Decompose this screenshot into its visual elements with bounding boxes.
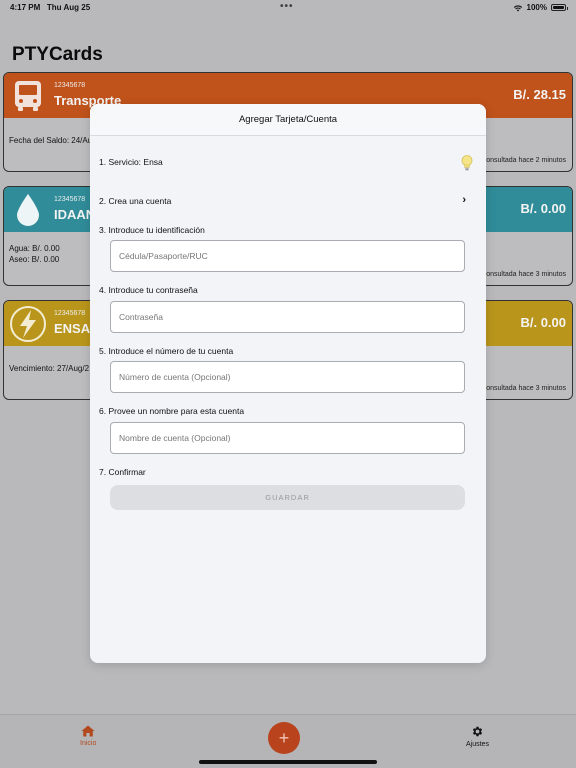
card-balance: B/. 28.15 [513,87,566,102]
lightning-icon [8,304,48,344]
modal-title: Agregar Tarjeta/Cuenta [238,114,338,125]
identification-input[interactable] [110,240,465,272]
tab-settings[interactable]: Ajustes [466,725,489,748]
account-number-input[interactable] [110,361,465,393]
password-input[interactable] [110,301,465,333]
card-updated: consultada hace 2 minutos [482,157,566,164]
card-detail: Agua: B/. 0.00 [9,244,60,253]
battery-percent: 100% [526,3,547,12]
add-card-button[interactable]: + [268,722,300,754]
account-name-input[interactable] [110,422,465,454]
chevron-right-icon[interactable]: › [462,194,466,206]
gear-icon [472,726,483,737]
tab-settings-label: Ajustes [466,741,489,748]
status-bar: 4:17 PM Thu Aug 25 ••• 100% [0,0,576,14]
card-balance: B/. 0.00 [520,315,566,330]
status-time-text: 4:17 PM [10,3,41,12]
save-button[interactable]: GUARDAR [110,485,465,510]
page-title: PTYCards [12,44,103,65]
card-number: 12345678 [54,196,86,203]
status-time: 4:17 PM Thu Aug 25 [10,3,90,12]
step-account-name: 6. Provee un nombre para esta cuenta [99,406,245,416]
tab-home-label: Inicio [80,740,97,747]
status-date-text: Thu Aug 25 [46,3,91,12]
card-number: 12345678 [54,82,86,89]
card-balance: B/. 0.00 [520,201,566,216]
card-name: IDAAN [54,207,96,222]
modal-header: Agregar Tarjeta/Cuenta [90,104,486,136]
lightbulb-icon[interactable] [460,154,474,172]
card-detail: Fecha del Saldo: 24/Au [9,136,93,145]
card-updated: consultada hace 3 minutos [482,385,566,392]
card-name: ENSA [54,321,91,336]
step-account-number: 5. Introduce el número de tu cuenta [99,346,234,356]
multitasking-dots-icon[interactable]: ••• [280,1,294,12]
card-updated: consultada hace 3 minutos [482,271,566,278]
card-detail: Aseo: B/. 0.00 [9,255,60,264]
step-service: 1. Servicio: Ensa [99,157,163,167]
create-account-row[interactable]: 2. Crea una cuenta [99,196,477,210]
wifi-icon [513,4,522,11]
tab-home[interactable]: Inicio [80,725,96,747]
card-detail: Vencimiento: 27/Aug/2 [9,364,90,373]
step-identification: 3. Introduce tu identificación [99,225,205,235]
step-password: 4. Introduce tu contraseña [99,285,198,295]
battery-icon [551,4,568,11]
status-right: 100% [513,3,568,12]
water-drop-icon [8,190,48,230]
add-card-modal: Agregar Tarjeta/Cuenta 1. Servicio: Ensa… [90,104,486,663]
bus-icon [8,76,48,116]
home-indicator[interactable] [199,760,377,764]
step-confirm: 7. Confirmar [99,467,146,477]
create-account-label: 2. Crea una cuenta [99,196,172,206]
card-number: 12345678 [54,310,86,317]
home-icon [81,725,95,737]
